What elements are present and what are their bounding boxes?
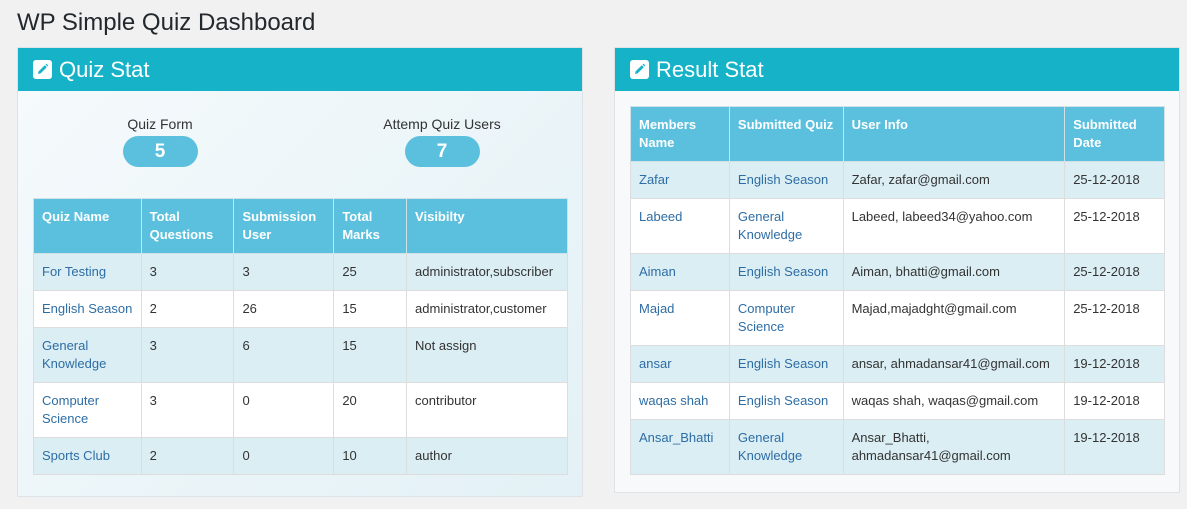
member-name-link[interactable]: Ansar_Bhatti: [630, 419, 730, 475]
member-name-link[interactable]: Majad: [630, 290, 730, 346]
submitted-date: 19-12-2018: [1064, 345, 1165, 383]
quiz-stat-title: Quiz Stat: [59, 56, 150, 82]
submitted-quiz-link[interactable]: General Knowledge: [728, 419, 844, 475]
table-row: Zafar English Season Zafar, zafar@gmail.…: [630, 161, 1165, 199]
total-marks: 25: [333, 253, 408, 291]
total-marks: 15: [333, 290, 408, 328]
member-name-link[interactable]: waqas shah: [630, 382, 730, 420]
submission-users: 3: [233, 253, 335, 291]
attempt-users-stat: Attemp Quiz Users 7: [362, 116, 522, 167]
column-header: Submission User: [233, 198, 335, 254]
user-info: Majad,majadght@gmail.com: [842, 290, 1066, 346]
table-row: General Knowledge 3 6 15 Not assign: [33, 327, 568, 383]
page-title: WP Simple Quiz Dashboard: [17, 9, 316, 36]
submitted-quiz-link[interactable]: English Season: [728, 253, 844, 291]
edit-icon: [630, 60, 649, 79]
table-row: Sports Club 2 0 10 author: [33, 437, 568, 475]
result-stat-panel: Result Stat Members Name Submitted Quiz …: [614, 47, 1180, 493]
table-row: ansar English Season ansar, ahmadansar41…: [630, 345, 1165, 383]
submitted-quiz-link[interactable]: General Knowledge: [728, 198, 844, 254]
submitted-quiz-link[interactable]: Computer Science: [728, 290, 844, 346]
submitted-date: 25-12-2018: [1064, 253, 1165, 291]
result-stat-title: Result Stat: [656, 56, 764, 82]
total-questions: 2: [140, 290, 235, 328]
quiz-stat-header: Quiz Stat: [18, 48, 582, 91]
table-row: For Testing 3 3 25 administrator,subscri…: [33, 253, 568, 291]
visibility: author: [406, 437, 568, 475]
quiz-summary: Quiz Form 5 Attemp Quiz Users 7: [18, 116, 582, 176]
edit-icon: [33, 60, 52, 79]
attempt-users-count: 7: [404, 136, 480, 167]
quiz-form-label: Quiz Form: [127, 116, 193, 132]
submitted-date: 25-12-2018: [1064, 161, 1165, 199]
submitted-quiz-link[interactable]: English Season: [728, 382, 844, 420]
user-info: Aiman, bhatti@gmail.com: [842, 253, 1066, 291]
quiz-name-link[interactable]: Computer Science: [33, 382, 142, 438]
column-header: Total Questions: [140, 198, 235, 254]
column-header: Submitted Date: [1064, 106, 1165, 162]
total-marks: 20: [333, 382, 408, 438]
submitted-date: 19-12-2018: [1064, 419, 1165, 475]
total-questions: 3: [140, 327, 235, 383]
member-name-link[interactable]: Labeed: [630, 198, 730, 254]
column-header: Members Name: [630, 106, 730, 162]
member-name-link[interactable]: Aiman: [630, 253, 730, 291]
submitted-date: 19-12-2018: [1064, 382, 1165, 420]
total-questions: 3: [140, 253, 235, 291]
user-info: Zafar, zafar@gmail.com: [842, 161, 1066, 199]
column-header: Visibilty: [406, 198, 568, 254]
column-header: Submitted Quiz: [728, 106, 844, 162]
table-row: English Season 2 26 15 administrator,cus…: [33, 290, 568, 328]
quiz-table-header-row: Quiz Name Total Questions Submission Use…: [33, 198, 568, 254]
visibility: Not assign: [406, 327, 568, 383]
quiz-form-count: 5: [122, 136, 198, 167]
total-marks: 10: [333, 437, 408, 475]
quiz-name-link[interactable]: For Testing: [33, 253, 142, 291]
visibility: administrator,subscriber: [406, 253, 568, 291]
submission-users: 0: [233, 437, 335, 475]
table-row: Labeed General Knowledge Labeed, labeed3…: [630, 198, 1165, 254]
submission-users: 6: [233, 327, 335, 383]
submitted-quiz-link[interactable]: English Season: [728, 345, 844, 383]
table-row: Computer Science 3 0 20 contributor: [33, 382, 568, 438]
table-row: Ansar_Bhatti General Knowledge Ansar_Bha…: [630, 419, 1165, 475]
quiz-stat-panel: Quiz Stat Quiz Form 5 Attemp Quiz Users …: [17, 47, 583, 497]
column-header: Total Marks: [333, 198, 408, 254]
table-row: Aiman English Season Aiman, bhatti@gmail…: [630, 253, 1165, 291]
column-header: Quiz Name: [33, 198, 142, 254]
quiz-name-link[interactable]: General Knowledge: [33, 327, 142, 383]
member-name-link[interactable]: ansar: [630, 345, 730, 383]
attempt-users-label: Attemp Quiz Users: [383, 116, 501, 132]
submission-users: 0: [233, 382, 335, 438]
submission-users: 26: [233, 290, 335, 328]
total-questions: 2: [140, 437, 235, 475]
table-row: Majad Computer Science Majad,majadght@gm…: [630, 290, 1165, 346]
member-name-link[interactable]: Zafar: [630, 161, 730, 199]
column-header: User Info: [842, 106, 1066, 162]
user-info: Ansar_Bhatti, ahmadansar41@gmail.com: [842, 419, 1066, 475]
quiz-table: Quiz Name Total Questions Submission Use…: [33, 198, 568, 475]
table-row: waqas shah English Season waqas shah, wa…: [630, 382, 1165, 420]
user-info: Labeed, labeed34@yahoo.com: [842, 198, 1066, 254]
total-questions: 3: [140, 382, 235, 438]
quiz-form-stat: Quiz Form 5: [80, 116, 240, 167]
quiz-name-link[interactable]: Sports Club: [33, 437, 142, 475]
result-stat-header: Result Stat: [615, 48, 1179, 91]
result-table-header-row: Members Name Submitted Quiz User Info Su…: [630, 106, 1165, 162]
user-info: waqas shah, waqas@gmail.com: [842, 382, 1066, 420]
submitted-quiz-link[interactable]: English Season: [728, 161, 844, 199]
user-info: ansar, ahmadansar41@gmail.com: [842, 345, 1066, 383]
quiz-name-link[interactable]: English Season: [33, 290, 142, 328]
total-marks: 15: [333, 327, 408, 383]
visibility: contributor: [406, 382, 568, 438]
submitted-date: 25-12-2018: [1064, 290, 1165, 346]
visibility: administrator,customer: [406, 290, 568, 328]
submitted-date: 25-12-2018: [1064, 198, 1165, 254]
result-table: Members Name Submitted Quiz User Info Su…: [630, 106, 1165, 475]
